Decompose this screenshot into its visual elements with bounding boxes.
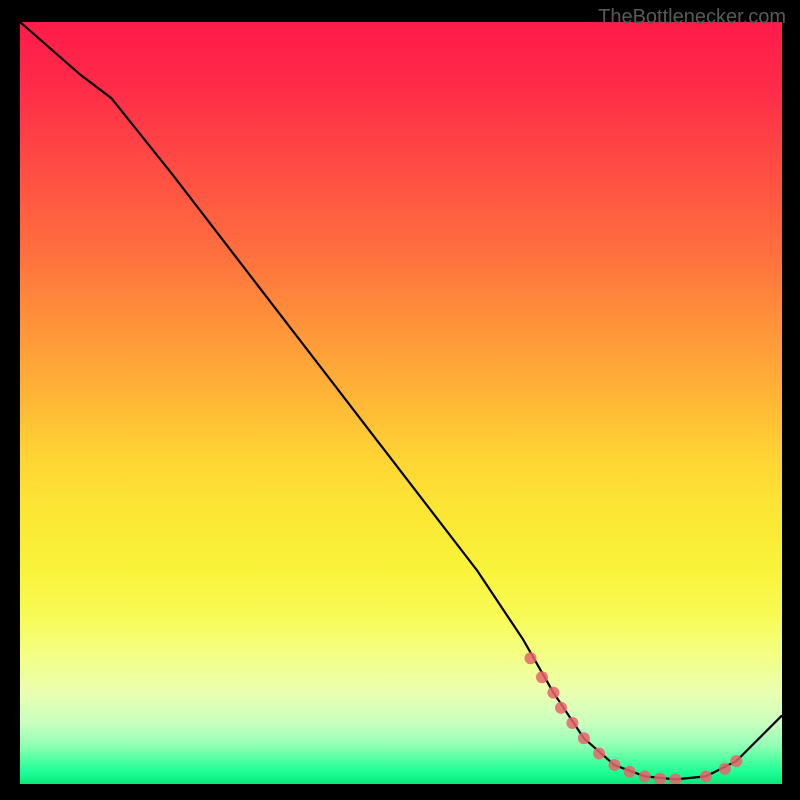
marker-dot <box>700 770 712 782</box>
plot-area <box>20 22 782 784</box>
marker-dot <box>654 773 666 784</box>
marker-dot <box>593 748 605 760</box>
marker-dot <box>566 717 578 729</box>
marker-dot <box>669 773 681 784</box>
chart-svg <box>20 22 782 784</box>
marker-dot <box>536 671 548 683</box>
marker-dot <box>719 763 731 775</box>
marker-group <box>525 652 743 784</box>
marker-dot <box>639 770 651 782</box>
marker-dot <box>555 702 567 714</box>
marker-dot <box>730 755 742 767</box>
marker-dot <box>624 766 636 778</box>
marker-dot <box>547 687 559 699</box>
marker-dot <box>578 732 590 744</box>
marker-dot <box>525 652 537 664</box>
marker-dot <box>608 759 620 771</box>
watermark-text: TheBottlenecker.com <box>598 6 786 29</box>
curve-path <box>20 22 782 779</box>
